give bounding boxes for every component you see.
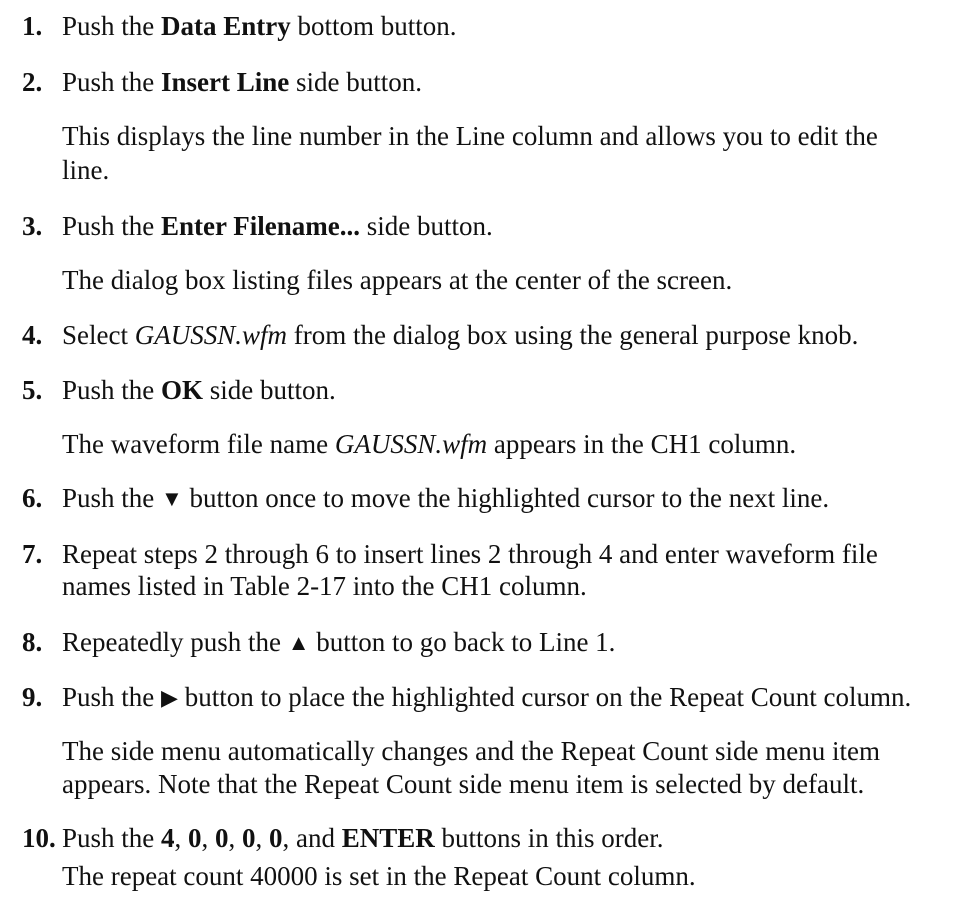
step-text-line-1: Repeat steps 2 through 6 to insert lines… <box>62 539 878 569</box>
text: Push the <box>62 211 162 241</box>
right-arrow-icon: ▶ <box>161 685 178 710</box>
separator: , <box>255 823 270 853</box>
text: appears in the CH1 column. <box>487 429 797 459</box>
step-9-note-line-1: The side menu automatically changes and … <box>62 736 881 766</box>
text: button once to move the highlighted curs… <box>182 483 830 513</box>
text: buttons in this order. <box>434 823 664 853</box>
text: Push the <box>62 67 162 97</box>
step-text: Select GAUSSN.wfm from the dialog box us… <box>62 319 858 351</box>
key-enter: ENTER <box>341 823 435 853</box>
step-number: 9. <box>22 682 43 712</box>
text: side button. <box>203 375 336 405</box>
text: The waveform file name <box>62 429 335 459</box>
text: from the dialog box using the general pu… <box>287 320 859 350</box>
step-number: 8. <box>22 627 43 657</box>
text: side button. <box>289 67 423 97</box>
step-number: 4. <box>22 320 43 350</box>
step-number: 5. <box>22 375 43 405</box>
step-text: Push the ▼ button once to move the highl… <box>62 482 829 515</box>
text: Push the <box>62 823 162 853</box>
step-text: Push the 4, 0, 0, 0, 0, and ENTER button… <box>62 822 664 854</box>
text: Push the <box>62 682 162 712</box>
text: button to go back to Line 1. <box>309 627 616 657</box>
button-name: Insert Line <box>161 67 290 97</box>
text: Select <box>62 320 135 350</box>
button-name: Data Entry <box>161 11 291 41</box>
step-text: Push the ▶ button to place the highlight… <box>62 681 911 714</box>
step-3-note: The dialog box listing files appears at … <box>62 265 733 295</box>
separator: , <box>228 823 243 853</box>
up-arrow-icon: ▲ <box>287 630 310 655</box>
text: bottom button. <box>290 11 457 41</box>
step-number: 6. <box>22 483 43 513</box>
button-name: OK <box>161 375 204 405</box>
key-0: 0 <box>269 823 283 853</box>
file-name: GAUSSN.wfm <box>334 429 488 459</box>
separator: , and <box>282 823 342 853</box>
separator: , <box>174 823 189 853</box>
key-0: 0 <box>242 823 256 853</box>
step-10-note: The repeat count 40000 is set in the Rep… <box>62 861 696 891</box>
step-number: 7. <box>22 539 43 569</box>
step-2-note-line-2: line. <box>62 155 110 185</box>
key-0: 0 <box>215 823 229 853</box>
step-text: Push the OK side button. <box>62 374 336 406</box>
step-text: Push the Data Entry bottom button. <box>62 10 457 42</box>
separator: , <box>201 823 216 853</box>
step-number: 2. <box>22 67 43 97</box>
text: Repeatedly push the <box>62 627 288 657</box>
step-5-note: The waveform file name GAUSSN.wfm appear… <box>62 428 962 461</box>
step-9-note-line-2: appears. Note that the Repeat Count side… <box>62 769 865 799</box>
step-text: Push the Insert Line side button. <box>62 66 422 98</box>
step-number: 1. <box>22 11 43 41</box>
step-text: Repeatedly push the ▲ button to go back … <box>62 626 615 659</box>
text: button to place the highlighted cursor o… <box>177 682 912 712</box>
procedure-page: 1. Push the Data Entry bottom button. 2.… <box>0 0 975 899</box>
text: side button. <box>359 211 493 241</box>
step-number: 10. <box>22 823 56 853</box>
text: Push the <box>62 375 162 405</box>
step-2-note-line-1: This displays the line number in the Lin… <box>62 121 878 151</box>
down-arrow-icon: ▼ <box>161 486 183 511</box>
step-text: Push the Enter Filename... side button. <box>62 210 493 242</box>
text: Push the <box>62 11 162 41</box>
text: Push the <box>62 483 162 513</box>
key-4: 4 <box>161 823 175 853</box>
file-name: GAUSSN.wfm <box>134 320 287 350</box>
step-7-text-line-2: names listed in Table 2-17 into the CH1 … <box>62 571 587 601</box>
button-name: Enter Filename... <box>161 211 360 241</box>
key-0: 0 <box>188 823 202 853</box>
step-number: 3. <box>22 211 43 241</box>
